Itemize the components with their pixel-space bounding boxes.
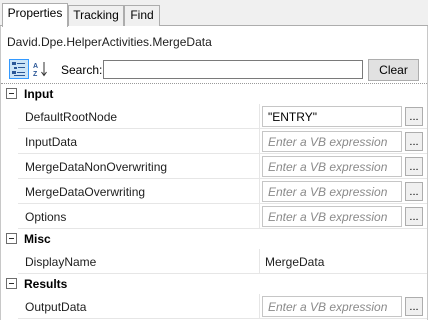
property-row-displayname: DisplayName MergeData: [18, 249, 427, 274]
expression-input[interactable]: Enter a VB expression: [262, 131, 402, 152]
ellipsis-button[interactable]: ...: [405, 207, 423, 226]
expression-input[interactable]: Enter a VB expression: [262, 181, 402, 202]
expression-input[interactable]: "ENTRY": [262, 106, 402, 127]
tab-strip: Properties Tracking Find: [0, 0, 428, 27]
column-divider: [259, 179, 260, 204]
ellipsis-button[interactable]: ...: [405, 297, 423, 316]
properties-panel: David.Dpe.HelperActivities.MergeData A Z…: [0, 26, 428, 320]
property-row-inputdata: InputData Enter a VB expression ...: [18, 129, 427, 154]
property-name: Options: [25, 210, 67, 224]
selected-type-title: David.Dpe.HelperActivities.MergeData: [7, 35, 212, 49]
property-row-outputdata: OutputData Enter a VB expression ...: [18, 294, 427, 319]
property-grid: Input DefaultRootNode "ENTRY" ... InputD…: [1, 83, 427, 320]
svg-text:Z: Z: [33, 71, 38, 78]
property-row-mergedataoverwriting: MergeDataOverwriting Enter a VB expressi…: [18, 179, 427, 204]
svg-text:A: A: [33, 63, 38, 70]
column-divider: [259, 294, 260, 319]
search-input[interactable]: [103, 60, 363, 79]
column-divider: [259, 104, 260, 129]
property-toolbar: A Z Search: Clear: [1, 59, 427, 81]
collapse-icon[interactable]: [6, 88, 17, 99]
property-name: InputData: [25, 135, 78, 149]
tab-tracking[interactable]: Tracking: [68, 5, 124, 26]
category-label: Results: [24, 277, 68, 291]
column-divider: [259, 154, 260, 179]
property-name: MergeDataOverwriting: [25, 185, 146, 199]
tab-properties[interactable]: Properties: [2, 3, 68, 27]
category-label: Misc: [24, 232, 51, 246]
expression-input[interactable]: Enter a VB expression: [262, 156, 402, 177]
tab-find[interactable]: Find: [124, 5, 160, 26]
category-misc: Misc: [1, 230, 427, 249]
property-row-defaultrootnode: DefaultRootNode "ENTRY" ...: [18, 104, 427, 129]
ellipsis-button[interactable]: ...: [405, 107, 423, 126]
column-divider: [259, 204, 260, 229]
property-name: OutputData: [25, 300, 87, 314]
property-name: DefaultRootNode: [25, 110, 118, 124]
expression-input[interactable]: Enter a VB expression: [262, 206, 402, 227]
property-row-mergedatanonoverwriting: MergeDataNonOverwriting Enter a VB expre…: [18, 154, 427, 179]
property-name: MergeDataNonOverwriting: [25, 160, 168, 174]
column-divider: [259, 129, 260, 154]
expression-input[interactable]: Enter a VB expression: [262, 296, 402, 317]
search-label: Search:: [61, 63, 103, 77]
clear-button[interactable]: Clear: [368, 59, 419, 81]
property-row-options: Options Enter a VB expression ...: [18, 204, 427, 229]
sort-az-icon[interactable]: A Z: [31, 59, 51, 79]
property-name: DisplayName: [25, 255, 97, 269]
categorized-view-icon[interactable]: [9, 59, 29, 79]
collapse-icon[interactable]: [6, 278, 17, 289]
category-results: Results: [1, 275, 427, 294]
category-label: Input: [24, 87, 54, 101]
ellipsis-button[interactable]: ...: [405, 132, 423, 151]
category-input: Input: [1, 85, 427, 104]
ellipsis-button[interactable]: ...: [405, 157, 423, 176]
display-name-value[interactable]: MergeData: [265, 255, 324, 269]
ellipsis-button[interactable]: ...: [405, 182, 423, 201]
collapse-icon[interactable]: [6, 233, 17, 244]
column-divider: [259, 249, 260, 274]
